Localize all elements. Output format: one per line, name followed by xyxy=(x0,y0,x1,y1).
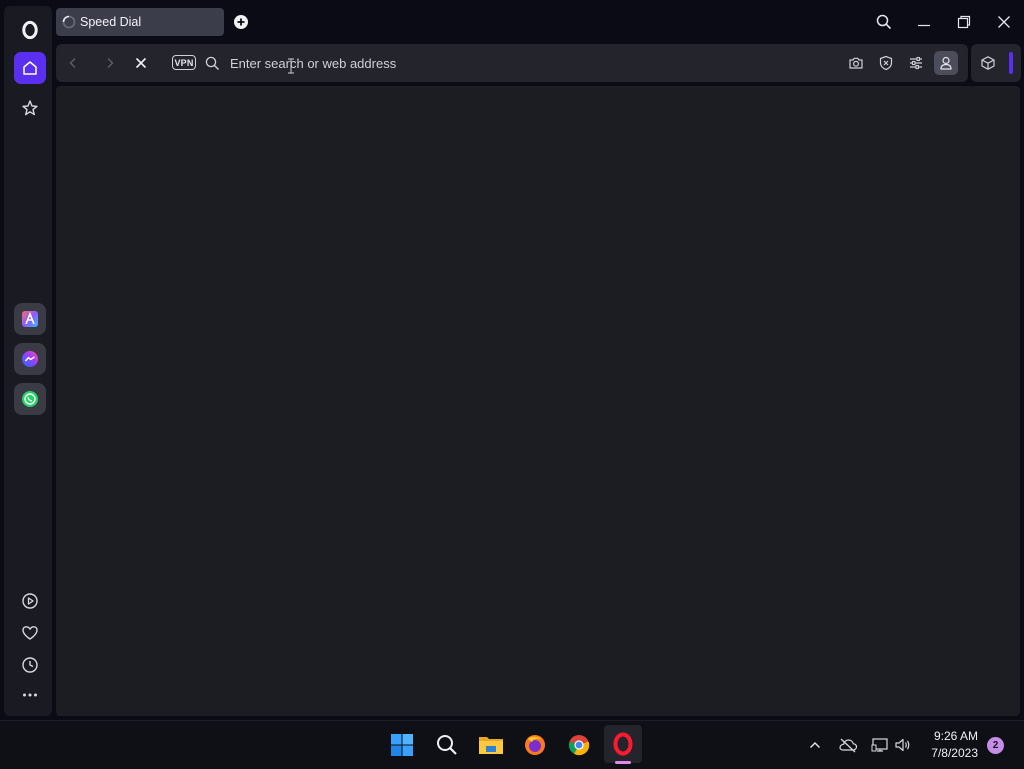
taskbar-file-explorer[interactable] xyxy=(475,729,507,761)
opera-logo-icon xyxy=(22,20,38,40)
extensions-button[interactable] xyxy=(978,53,998,73)
restore-button[interactable] xyxy=(952,10,976,34)
volume-status[interactable] xyxy=(892,729,914,761)
whatsapp-icon xyxy=(22,391,38,407)
minimize-button[interactable] xyxy=(912,10,936,34)
taskbar: 9:26 AM 7/8/2023 2 xyxy=(0,720,1024,769)
text-cursor-icon xyxy=(288,58,294,74)
loading-spinner-icon xyxy=(62,15,76,29)
search-icon xyxy=(205,56,219,70)
sidebar-aria-button[interactable] xyxy=(14,303,46,335)
page-content-area[interactable] xyxy=(56,58,1020,716)
folder-icon xyxy=(479,737,503,754)
clock-date[interactable]: 7/8/2023 xyxy=(918,746,978,760)
speaker-icon xyxy=(895,738,910,752)
clock-icon xyxy=(22,657,38,673)
sidebar-messenger-button[interactable] xyxy=(14,343,46,375)
chrome-icon xyxy=(568,735,590,756)
snapshot-button[interactable] xyxy=(846,53,866,73)
windows-logo-icon xyxy=(391,734,413,756)
camera-icon xyxy=(849,57,863,69)
opera-icon xyxy=(613,732,633,756)
easy-setup-button[interactable] xyxy=(906,53,926,73)
sidebar-pinboard-button[interactable] xyxy=(14,92,46,124)
start-button[interactable] xyxy=(386,729,418,761)
star-outline-icon xyxy=(22,100,38,116)
back-button[interactable] xyxy=(63,53,83,73)
search-icon xyxy=(437,735,457,755)
minimize-icon xyxy=(918,24,930,27)
taskbar-chrome[interactable] xyxy=(563,729,595,761)
network-status[interactable] xyxy=(869,729,891,761)
onedrive-status[interactable] xyxy=(836,729,860,761)
restore-icon xyxy=(957,15,971,29)
close-icon xyxy=(998,16,1010,28)
opera-menu-button[interactable] xyxy=(14,14,46,46)
heart-icon xyxy=(22,626,38,640)
close-window-button[interactable] xyxy=(992,10,1016,34)
clock-time[interactable]: 9:26 AM xyxy=(918,729,978,743)
tab-search-button[interactable] xyxy=(872,10,896,34)
vpn-button[interactable]: VPN xyxy=(172,55,196,70)
sidebar-favorites-button[interactable] xyxy=(14,617,46,649)
sliders-icon xyxy=(910,56,922,70)
taskbar-search-button[interactable] xyxy=(431,729,463,761)
ad-blocker-button[interactable] xyxy=(876,53,896,73)
address-input[interactable] xyxy=(228,53,772,73)
profile-button[interactable] xyxy=(934,51,958,75)
cloud-offline-icon xyxy=(839,738,858,753)
show-hidden-icons-button[interactable] xyxy=(804,729,826,761)
tab-title: Speed Dial xyxy=(80,15,142,29)
chevron-left-icon xyxy=(69,58,76,68)
forward-button[interactable] xyxy=(100,53,120,73)
shield-block-icon xyxy=(879,55,893,71)
chevron-up-icon xyxy=(810,742,820,748)
firefox-icon xyxy=(525,735,545,755)
aria-icon xyxy=(22,311,38,327)
stop-loading-button[interactable] xyxy=(131,53,151,73)
taskbar-opera[interactable] xyxy=(604,725,642,763)
active-app-indicator xyxy=(615,761,631,764)
user-icon xyxy=(940,56,952,70)
tab-speed-dial[interactable]: Speed Dial xyxy=(56,8,224,36)
accent-indicator xyxy=(1009,52,1013,74)
new-tab-button[interactable] xyxy=(231,12,251,32)
sidebar-history-button[interactable] xyxy=(14,649,46,681)
plus-icon xyxy=(234,15,248,29)
sidebar-home-button[interactable] xyxy=(14,52,46,84)
close-icon xyxy=(135,57,147,69)
messenger-icon xyxy=(22,351,38,367)
sidebar-player-button[interactable] xyxy=(14,585,46,617)
more-dots-icon xyxy=(23,693,37,697)
sidebar-whatsapp-button[interactable] xyxy=(14,383,46,415)
sidebar-more-button[interactable] xyxy=(14,679,46,711)
chevron-right-icon xyxy=(107,58,114,68)
notification-badge[interactable]: 2 xyxy=(987,737,1004,754)
address-search-icon-wrap xyxy=(202,53,222,73)
network-icon xyxy=(871,738,888,752)
taskbar-firefox[interactable] xyxy=(519,729,551,761)
cube-icon xyxy=(981,56,995,70)
home-icon xyxy=(23,61,37,75)
play-circle-icon xyxy=(22,593,38,609)
search-icon xyxy=(876,14,892,30)
sidebar xyxy=(4,6,52,716)
